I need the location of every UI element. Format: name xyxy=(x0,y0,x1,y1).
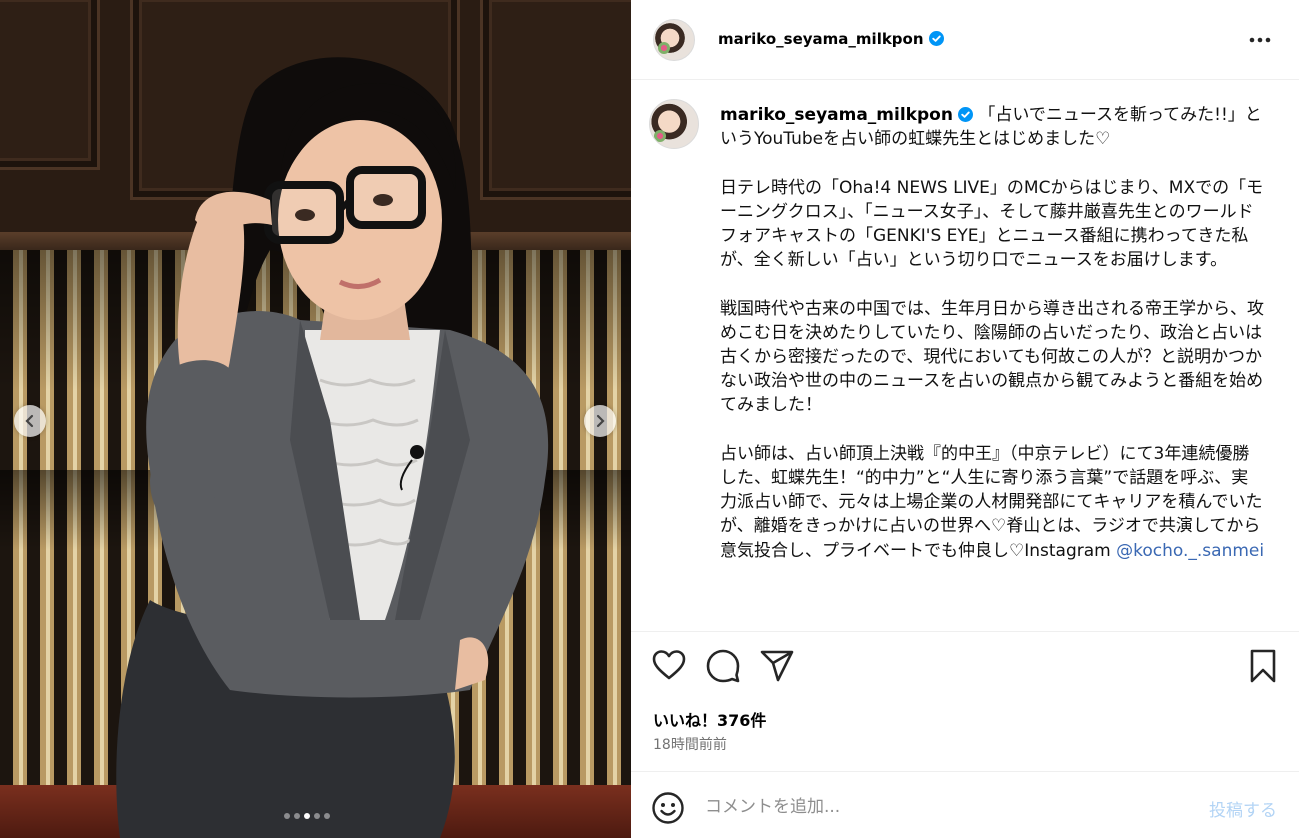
likes-count[interactable]: いいね！376件 xyxy=(653,707,766,731)
share-icon[interactable] xyxy=(759,648,795,684)
carousel-dot xyxy=(294,813,300,819)
post-comment-button[interactable]: 投稿する xyxy=(1209,796,1277,821)
comment-bar: 投稿する xyxy=(631,771,1299,838)
carousel-dot xyxy=(314,813,320,819)
caption-section: mariko_seyama_milkpon 「占いでニュースを斬ってみた!!」と… xyxy=(631,81,1299,632)
carousel-next-button[interactable] xyxy=(584,405,616,437)
verified-badge-icon xyxy=(957,107,973,122)
post-timestamp[interactable]: 18時間前前 xyxy=(653,734,727,754)
carousel-dots xyxy=(284,813,330,819)
caption-paragraph-3: 戦国時代や古来の中国では、生年月日から導き出される帝王学から、攻めこむ日を決めた… xyxy=(720,298,1264,416)
caption-paragraph-4: 占い師は、占い師頂上決戦『的中王』（中京テレビ）にて3年連続優勝した、虹蝶先生！… xyxy=(720,442,1265,563)
bookmark-icon[interactable] xyxy=(1245,648,1281,684)
more-icon[interactable] xyxy=(1247,28,1273,52)
comment-icon[interactable] xyxy=(705,648,741,684)
caption-paragraph-2: 日テレ時代の「Oha!4 NEWS LIVE」のMCからはじまり、MXでの「モー… xyxy=(720,177,1264,271)
verified-badge-icon xyxy=(928,31,944,46)
mention-link[interactable]: @kocho._.sanmei xyxy=(1116,541,1264,561)
post-image[interactable] xyxy=(0,0,631,838)
emoji-icon[interactable] xyxy=(651,791,685,825)
post-caption: mariko_seyama_milkpon 「占いでニュースを斬ってみた!!」と… xyxy=(720,103,1265,563)
header-username-text[interactable]: mariko_seyama_milkpon xyxy=(718,30,924,48)
carousel-dot xyxy=(324,813,330,819)
post-header: mariko_seyama_milkpon xyxy=(631,0,1299,80)
action-bar xyxy=(631,648,1299,692)
caption-avatar[interactable] xyxy=(649,99,699,149)
avatar[interactable] xyxy=(653,19,695,61)
heart-icon[interactable] xyxy=(651,648,687,684)
chevron-right-icon xyxy=(596,414,605,428)
chevron-left-icon xyxy=(25,414,34,428)
caption-paragraph-1: mariko_seyama_milkpon 「占いでニュースを斬ってみた!!」と… xyxy=(720,103,1265,151)
post-sidebar: mariko_seyama_milkpon mariko_seyama_milk… xyxy=(631,0,1299,838)
comment-input[interactable] xyxy=(705,792,1185,822)
carousel-dot xyxy=(284,813,290,819)
person-figure xyxy=(116,57,549,838)
header-username[interactable]: mariko_seyama_milkpon xyxy=(718,30,944,48)
carousel-dot xyxy=(304,813,310,819)
caption-username[interactable]: mariko_seyama_milkpon xyxy=(720,105,953,125)
carousel-prev-button[interactable] xyxy=(14,405,46,437)
